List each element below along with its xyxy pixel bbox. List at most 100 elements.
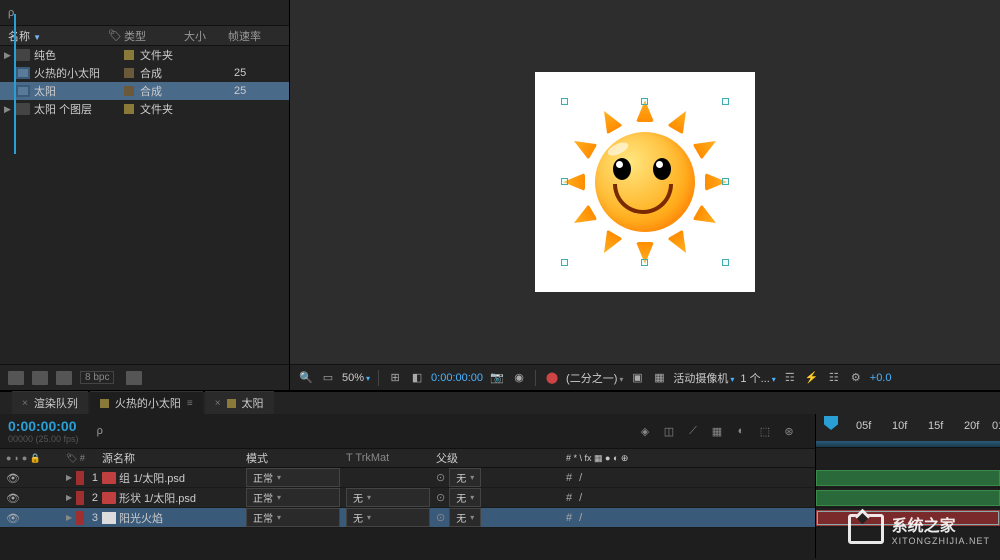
layer-row[interactable]: 👁 ▶1 组 1/太阳.psd 正常▾ ⊙无▾ # / [0, 468, 815, 488]
parent-dropdown[interactable]: 无▾ [449, 508, 481, 527]
blend-mode-dropdown[interactable]: 正常▾ [246, 488, 340, 507]
screen-icon[interactable]: ▭ [320, 371, 336, 385]
new-folder-icon[interactable] [32, 371, 48, 385]
expand-icon[interactable]: ▶ [66, 493, 72, 502]
project-search[interactable]: ρ [0, 0, 289, 26]
project-item[interactable]: ▶纯色文件夹 [0, 46, 289, 64]
label-swatch[interactable] [124, 86, 134, 96]
mag-icon[interactable]: 🔍 [298, 371, 314, 385]
track-bar[interactable] [816, 488, 1000, 508]
selection-handle[interactable] [561, 178, 568, 185]
trkmat-dropdown[interactable]: 无▾ [346, 508, 430, 527]
motion-blur-icon[interactable]: ◐ [733, 423, 749, 439]
selection-handle[interactable] [722, 98, 729, 105]
timeline-tab[interactable]: 火热的小太阳≡ [90, 391, 203, 414]
label-swatch[interactable] [76, 471, 84, 485]
col-mode[interactable]: 模式 [240, 450, 340, 466]
canvas[interactable] [290, 0, 1000, 364]
pickwhip-icon[interactable]: ⊙ [436, 471, 445, 484]
bpc-toggle[interactable]: 8 bpc [80, 371, 114, 384]
resolution-dropdown[interactable]: (二分之一)▾ [566, 370, 623, 386]
pixel-aspect-icon[interactable]: ☶ [782, 371, 798, 385]
flowchart-icon[interactable]: ⚙ [848, 371, 864, 385]
draft3d-icon[interactable]: ◫ [661, 423, 677, 439]
search-input[interactable] [18, 7, 281, 19]
preview-time[interactable]: 0:00:00:00 [431, 372, 483, 384]
col-fps[interactable]: 帧速率 [228, 28, 272, 44]
trash-icon[interactable] [126, 371, 142, 385]
project-item[interactable]: 火热的小太阳合成25 [0, 64, 289, 82]
visibility-icon[interactable]: 👁 [6, 512, 18, 524]
expand-icon[interactable]: ▶ [66, 473, 72, 482]
pickwhip-icon[interactable]: ⊙ [436, 511, 445, 524]
timeline-icon[interactable]: ☷ [826, 371, 842, 385]
col-size[interactable]: 大小 [184, 28, 228, 44]
current-time[interactable]: 0:00:00:00 [8, 418, 79, 434]
project-columns-header: 名称 ▼ 🏷 类型 大小 帧速率 [0, 26, 289, 46]
visibility-icon[interactable]: 👁 [6, 492, 18, 504]
tab-close-icon[interactable]: × [215, 398, 221, 409]
timeline-search[interactable]: ρ [89, 421, 289, 441]
col-source-name[interactable]: 源名称 [98, 450, 240, 466]
blend-mode-dropdown[interactable]: 正常▾ [246, 508, 340, 527]
col-name[interactable]: 名称 ▼ [8, 28, 108, 44]
timeline-search-input[interactable] [107, 425, 281, 437]
col-label[interactable]: 🏷 [108, 29, 124, 42]
brainstorm-icon[interactable]: ⊛ [781, 423, 797, 439]
timeline-tab[interactable]: ×太阳 [205, 391, 274, 414]
interpret-footage-icon[interactable] [8, 371, 24, 385]
playhead-line[interactable] [14, 14, 16, 154]
shy-icon[interactable]: ⟋ [685, 423, 701, 439]
sun-graphic[interactable] [565, 102, 725, 262]
selection-handle[interactable] [722, 178, 729, 185]
work-area[interactable] [816, 441, 1000, 447]
views-dropdown[interactable]: 1 个...▾ [740, 370, 775, 386]
visibility-icon[interactable]: 👁 [6, 472, 18, 484]
blend-mode-dropdown[interactable]: 正常▾ [246, 468, 340, 487]
zoom-dropdown[interactable]: 50%▾ [342, 372, 370, 384]
snapshot-icon[interactable]: 📷 [489, 371, 505, 385]
selection-handle[interactable] [641, 98, 648, 105]
frame-blend-icon[interactable]: ▦ [709, 423, 725, 439]
project-item[interactable]: ▶太阳 个图层文件夹 [0, 100, 289, 118]
label-swatch[interactable] [76, 491, 84, 505]
timeline-tab[interactable]: ×渲染队列 [12, 391, 88, 414]
parent-dropdown[interactable]: 无▾ [449, 488, 481, 507]
project-item[interactable]: 太阳合成25 [0, 82, 289, 100]
transparency-icon[interactable]: ▦ [651, 371, 667, 385]
comp-mini-flowchart-icon[interactable]: ◈ [637, 423, 653, 439]
track-bar[interactable] [816, 468, 1000, 488]
pickwhip-icon[interactable]: ⊙ [436, 491, 445, 504]
trkmat-dropdown[interactable]: 无▾ [346, 488, 430, 507]
time-ruler[interactable]: 05f10f15f20f01:00f05f [816, 414, 1000, 448]
guides-icon[interactable]: ◧ [409, 371, 425, 385]
channels-icon[interactable]: ⬤ [544, 371, 560, 385]
tab-close-icon[interactable]: × [22, 398, 28, 409]
camera-dropdown[interactable]: 活动摄像机▾ [673, 370, 734, 386]
expand-icon[interactable]: ▶ [66, 513, 72, 522]
ruler-tick: 15f [928, 420, 943, 432]
label-swatch[interactable] [124, 104, 134, 114]
tab-menu-icon[interactable]: ≡ [187, 398, 193, 409]
col-parent[interactable]: 父级 [430, 450, 560, 466]
grid-icon[interactable]: ⊞ [387, 371, 403, 385]
label-swatch[interactable] [124, 68, 134, 78]
roi-icon[interactable]: ▣ [629, 371, 645, 385]
show-snapshot-icon[interactable]: ◉ [511, 371, 527, 385]
selection-handle[interactable] [561, 98, 568, 105]
label-swatch[interactable] [76, 511, 84, 525]
col-type[interactable]: 类型 [124, 28, 184, 44]
layer-columns-header: ● ◗ ● 🔒 🏷 # 源名称 模式 T TrkMat 父级 # * \ fx … [0, 448, 815, 468]
selection-handle[interactable] [641, 259, 648, 266]
label-swatch[interactable] [124, 50, 134, 60]
selection-handle[interactable] [561, 259, 568, 266]
new-comp-icon[interactable] [56, 371, 72, 385]
fast-preview-icon[interactable]: ⚡ [804, 371, 820, 385]
layer-row[interactable]: 👁 ▶3 阳光火焰 正常▾ 无▾ ⊙无▾ # / [0, 508, 815, 528]
graph-editor-icon[interactable]: ⬚ [757, 423, 773, 439]
col-trkmat[interactable]: T TrkMat [340, 452, 430, 464]
layer-row[interactable]: 👁 ▶2 形状 1/太阳.psd 正常▾ 无▾ ⊙无▾ # / [0, 488, 815, 508]
parent-dropdown[interactable]: 无▾ [449, 468, 481, 487]
selection-handle[interactable] [722, 259, 729, 266]
exposure[interactable]: +0.0 [870, 372, 892, 384]
